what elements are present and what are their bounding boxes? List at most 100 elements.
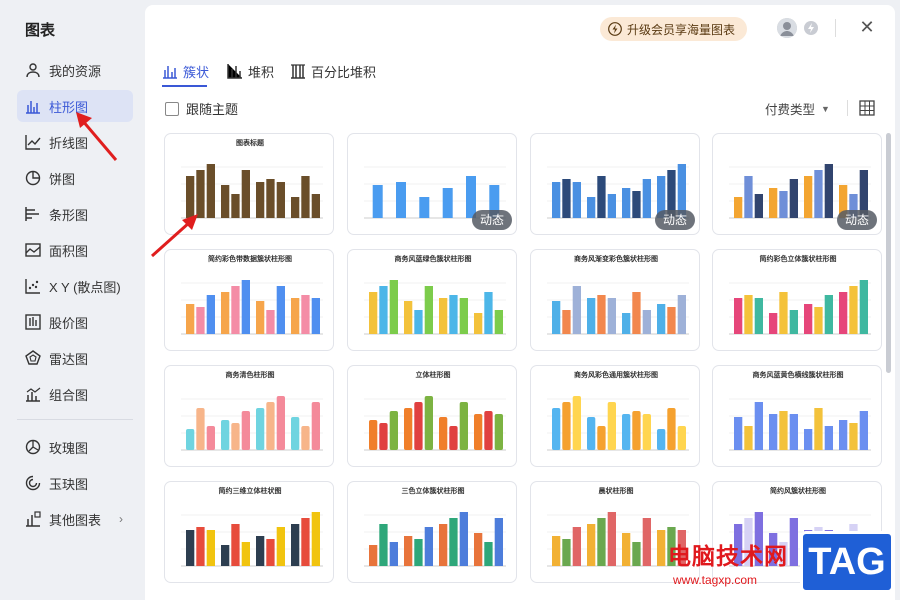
thumbnail-bar — [301, 426, 310, 450]
sidebar-item-my-resources[interactable]: 我的资源 — [17, 54, 133, 86]
chart-template-card[interactable]: 商务风渐变彩色簇状柱形图 — [530, 249, 700, 351]
thumbnail-bar — [754, 402, 763, 450]
thumbnail-bar — [484, 411, 493, 450]
thumbnail-bar — [231, 286, 240, 334]
thumbnail-bar — [301, 176, 310, 218]
radar-icon — [24, 349, 42, 367]
thumbnail-bar — [301, 295, 310, 334]
dynamic-badge: 动态 — [836, 210, 877, 230]
tab-active-indicator — [162, 85, 207, 87]
tab-clustered[interactable]: 簇状 — [162, 59, 209, 83]
chart-template-card[interactable]: 动态 — [712, 133, 882, 235]
thumbnail-bar — [804, 304, 813, 334]
checkbox[interactable] — [165, 101, 179, 116]
chart-thumbnail — [547, 282, 689, 335]
sidebar-item-ring-chart[interactable]: 玉玦图 — [17, 467, 133, 499]
chart-thumbnail — [364, 512, 506, 567]
thumbnail-bar — [414, 310, 423, 334]
thumbnail-bar — [632, 292, 641, 334]
chart-template-card[interactable]: 立体柱形图 — [347, 365, 517, 467]
sidebar-item-radar-chart[interactable]: 雷达图 — [17, 342, 133, 374]
chart-thumbnail — [181, 280, 323, 335]
thumbnail-bar — [221, 185, 230, 218]
avatar[interactable] — [777, 18, 797, 38]
thumbnail-bar — [859, 280, 868, 334]
scrollbar[interactable] — [886, 133, 891, 373]
thumbnail-bar — [439, 524, 448, 566]
thumbnail-bar — [607, 402, 616, 450]
annotation-arrow — [150, 214, 198, 258]
tab-stacked[interactable]: 堆积 — [227, 59, 274, 83]
thumbnail-bar — [642, 414, 651, 450]
chart-template-card[interactable]: 简约三维立体柱状图 — [164, 481, 334, 583]
sidebar-item-other-charts[interactable]: 其他图表 › — [17, 503, 133, 535]
thumbnail-bar — [859, 411, 868, 450]
thumbnail-bar — [587, 524, 596, 566]
thumbnail-bar — [449, 426, 458, 450]
follow-theme-checkbox[interactable]: 跟随主题 — [165, 99, 238, 118]
chart-template-card[interactable]: 商务风彩色通用簇状柱形图 — [530, 365, 700, 467]
thumbnail-bar — [404, 536, 413, 566]
thumbnail-bar — [562, 539, 571, 566]
chart-template-card[interactable]: 商务风蓝绿色簇状柱形图 — [347, 249, 517, 351]
thumbnail-bar — [256, 408, 265, 450]
pie-chart-icon — [24, 169, 42, 187]
pay-type-dropdown[interactable]: 付费类型 ▼ — [765, 99, 830, 118]
thumbnail-bar — [597, 426, 606, 450]
thumbnail-bar — [196, 408, 205, 450]
sidebar-item-combo-chart[interactable]: 组合图 — [17, 378, 133, 410]
thumbnail-bar — [597, 518, 606, 566]
thumbnail-bar — [839, 420, 848, 450]
thumbnail-bar — [824, 295, 833, 334]
sidebar-item-label: X Y (散点图) — [49, 279, 121, 295]
chart-thumbnail — [729, 398, 871, 451]
sidebar-item-stock-chart[interactable]: 股价图 — [17, 306, 133, 338]
thumbnail-bar — [424, 286, 433, 334]
thumbnail-bar — [221, 545, 230, 566]
sidebar-item-scatter-chart[interactable]: X Y (散点图) — [17, 270, 133, 302]
thumbnail-bar — [744, 426, 753, 450]
thumbnail-bar — [241, 170, 250, 218]
thumbnail-bar — [311, 512, 320, 566]
thumbnail-bar — [814, 307, 823, 334]
thumbnail-bar — [849, 423, 858, 450]
thumbnail-bar — [186, 304, 195, 334]
thumbnail-bar — [389, 542, 398, 566]
sidebar-item-rose-chart[interactable]: 玫瑰图 — [17, 431, 133, 463]
thumbnail-bar — [572, 396, 581, 450]
other-chart-icon — [24, 510, 42, 528]
sidebar-item-area-chart[interactable]: 面积图 — [17, 234, 133, 266]
thumbnail-bar — [301, 518, 310, 566]
thumbnail-bar — [734, 298, 743, 334]
chart-template-card[interactable]: 商务风蓝黄色横线簇状柱形图 — [712, 365, 882, 467]
chart-template-card[interactable]: 动态 — [530, 133, 700, 235]
thumbnail-bar — [196, 307, 205, 334]
thumbnail-bar — [369, 292, 378, 334]
thumbnail-bar — [607, 512, 616, 566]
chart-thumbnail — [181, 512, 323, 567]
chart-template-card[interactable]: 三色立体簇状柱形图 — [347, 481, 517, 583]
grid-view-icon[interactable] — [859, 100, 875, 116]
lightning-badge-icon[interactable] — [801, 18, 821, 38]
upgrade-vip-button[interactable]: 升级会员享海量图表 — [600, 17, 748, 41]
thumbnail-bar — [572, 182, 581, 218]
thumbnail-bar — [276, 527, 285, 566]
chart-template-card[interactable]: 动态 — [347, 133, 517, 235]
close-icon[interactable]: ✕ — [857, 17, 877, 37]
chart-template-card[interactable]: 商务清色柱形图 — [164, 365, 334, 467]
chart-template-card[interactable]: 简约彩色带数据簇状柱形图 — [164, 249, 334, 351]
user-icon — [24, 61, 42, 79]
rose-chart-icon — [24, 438, 42, 456]
chart-template-card[interactable]: 简约彩色立体簇状柱形图 — [712, 249, 882, 351]
thumbnail-bar — [642, 179, 651, 218]
thumbnail-bar — [804, 176, 813, 218]
tab-percent-stacked[interactable]: 百分比堆积 — [290, 59, 376, 83]
sidebar-item-label: 条形图 — [49, 207, 89, 223]
thumbnail-bar — [369, 545, 378, 566]
thumbnail-bar — [266, 179, 275, 218]
thumbnail-bar — [814, 170, 823, 218]
thumbnail-bar — [622, 533, 631, 566]
thumbnail-bar — [667, 408, 676, 450]
thumbnail-bar — [562, 310, 571, 334]
sidebar-item-bar-chart[interactable]: 条形图 — [17, 198, 133, 230]
